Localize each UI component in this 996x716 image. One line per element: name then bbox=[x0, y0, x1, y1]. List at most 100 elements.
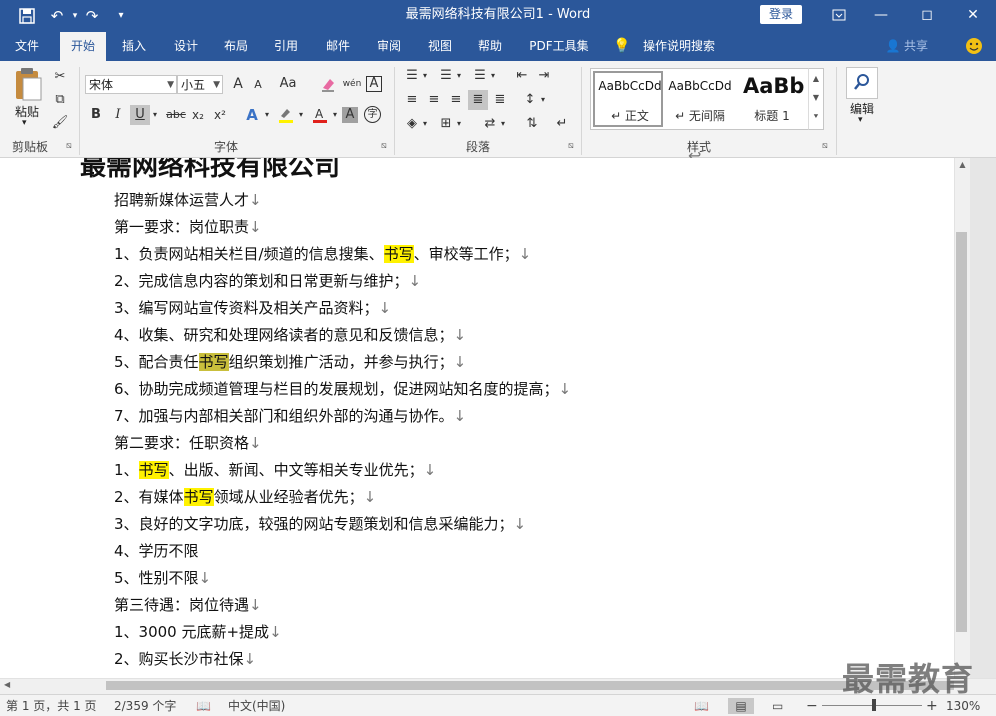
document-canvas[interactable]: 最需网络科技有限公司 招聘新媒体运营人才↓ 第一要求：岗位职责↓ 1、负责网站相关栏… bbox=[0, 158, 954, 678]
maximize-button[interactable]: ◻ bbox=[904, 0, 950, 30]
print-layout-icon[interactable]: ▤ bbox=[728, 698, 754, 714]
change-case-icon[interactable]: Aa bbox=[276, 74, 300, 94]
document-line[interactable]: 第三待遇：岗位待遇↓ bbox=[114, 594, 262, 615]
styles-launcher-icon[interactable]: ⧅ bbox=[822, 141, 832, 151]
share-person-icon[interactable]: 👤 bbox=[884, 32, 902, 61]
find-icon[interactable] bbox=[846, 67, 878, 99]
tab-review[interactable]: 审阅 bbox=[367, 32, 411, 61]
document-line[interactable]: 7、加强与内部相关部门和组织外部的沟通与协作。↓ bbox=[114, 405, 466, 426]
style-normal[interactable]: AaBbCcDd ↵ 正文 bbox=[593, 71, 663, 127]
document-line[interactable]: 4、收集、研究和处理网络读者的意见和反馈信息；↓ bbox=[114, 324, 466, 345]
multilevel-list-icon[interactable]: ☰ bbox=[470, 66, 490, 86]
tell-me-search[interactable]: 操作说明搜索 bbox=[638, 32, 720, 61]
copy-icon[interactable]: ⧉ bbox=[50, 90, 70, 110]
shrink-font-icon[interactable]: A bbox=[248, 75, 268, 95]
style-no-spacing[interactable]: AaBbCcDd ↵ 无间隔 bbox=[665, 71, 735, 126]
login-button[interactable]: 登录 bbox=[760, 5, 802, 24]
document-line[interactable]: 2、有媒体书写领域从业经验者优先；↓ bbox=[114, 486, 376, 507]
document-line[interactable]: 3、良好的文字功底，较强的网站专题策划和信息采编能力；↓ bbox=[114, 513, 526, 534]
borders-icon[interactable]: ⊞ bbox=[436, 114, 456, 134]
chinese-layout-icon[interactable]: ⇄ bbox=[480, 114, 500, 134]
phonetic-guide-icon[interactable]: wén bbox=[342, 74, 362, 94]
document-line[interactable]: 5、性别不限↓ bbox=[114, 567, 211, 588]
numbering-dropdown-icon[interactable]: ▾ bbox=[454, 66, 464, 86]
styles-scroll[interactable]: ▲ ▼ ⯆ bbox=[808, 68, 824, 130]
align-center-icon[interactable]: ≡ bbox=[424, 90, 444, 110]
word-count[interactable]: 2/359 个字 bbox=[114, 698, 176, 714]
document-line[interactable]: 2、完成信息内容的策划和日常更新与维护；↓ bbox=[114, 270, 421, 291]
style-heading-1[interactable]: AaBb 标题 1 bbox=[737, 71, 807, 126]
document-line[interactable]: 1、负责网站相关栏目/频道的信息搜集、书写、审校等工作；↓ bbox=[114, 243, 531, 264]
subscript-button[interactable]: x₂ bbox=[188, 105, 208, 125]
close-button[interactable]: ✕ bbox=[950, 0, 996, 30]
tab-home[interactable]: 开始 bbox=[60, 32, 106, 61]
proofing-icon[interactable]: 📖 bbox=[196, 698, 211, 714]
increase-indent-icon[interactable]: ⇥ bbox=[534, 66, 554, 86]
bold-button[interactable]: B bbox=[86, 105, 106, 125]
document-line[interactable]: 1、3000 元底薪+提成↓ bbox=[114, 621, 282, 642]
smiley-feedback-icon[interactable] bbox=[962, 32, 986, 61]
superscript-button[interactable]: x² bbox=[210, 105, 230, 125]
chinese-layout-dropdown-icon[interactable]: ▾ bbox=[498, 114, 508, 134]
web-layout-icon[interactable]: ▭ bbox=[772, 698, 783, 714]
paragraph-launcher-icon[interactable]: ⧅ bbox=[568, 141, 578, 151]
customize-qat-icon[interactable]: ▾ bbox=[110, 5, 132, 27]
document-line[interactable]: 2、购买长沙市社保↓ bbox=[114, 648, 256, 669]
read-mode-icon[interactable]: 📖 bbox=[694, 698, 709, 714]
numbering-icon[interactable]: ☰ bbox=[436, 66, 456, 86]
ribbon-display-options-icon[interactable] bbox=[816, 0, 862, 30]
font-name-combo[interactable]: 宋体 ▼ bbox=[85, 75, 177, 94]
document-line[interactable]: 第一要求：岗位职责↓ bbox=[114, 216, 262, 237]
enclose-characters-icon[interactable]: 字 bbox=[364, 106, 381, 123]
font-color-icon[interactable]: A bbox=[310, 105, 330, 125]
document-line[interactable]: 招聘新媒体运营人才↓ bbox=[114, 189, 262, 210]
document-line[interactable]: 5、配合责任书写组织策划推广活动，并参与执行；↓ bbox=[114, 351, 466, 372]
clear-formatting-icon[interactable] bbox=[318, 74, 338, 94]
editing-dropdown-icon[interactable]: ▾ bbox=[858, 115, 863, 125]
multilevel-dropdown-icon[interactable]: ▾ bbox=[488, 66, 498, 86]
font-size-combo[interactable]: 小五 ▼ bbox=[177, 75, 223, 94]
tab-insert[interactable]: 插入 bbox=[112, 32, 156, 61]
highlight-color-icon[interactable] bbox=[276, 105, 296, 125]
bullets-icon[interactable]: ☰ bbox=[402, 66, 422, 86]
underline-button[interactable]: U bbox=[130, 105, 150, 125]
zoom-slider-handle[interactable] bbox=[872, 699, 876, 711]
justify-icon[interactable]: ≣ bbox=[468, 90, 488, 110]
paste-button[interactable]: 粘贴 bbox=[12, 103, 42, 120]
align-right-icon[interactable]: ≡ bbox=[446, 90, 466, 110]
bullets-dropdown-icon[interactable]: ▾ bbox=[420, 66, 430, 86]
underline-dropdown-icon[interactable]: ▾ bbox=[150, 105, 160, 125]
document-line[interactable]: 1、书写、出版、新闻、中文等相关专业优先；↓ bbox=[114, 459, 436, 480]
grow-font-icon[interactable]: A bbox=[228, 74, 248, 94]
zoom-out-button[interactable]: − bbox=[806, 698, 818, 714]
shading-icon[interactable]: ◈ bbox=[402, 114, 422, 134]
tab-pdf-tools[interactable]: PDF工具集 bbox=[524, 32, 594, 61]
shading-dropdown-icon[interactable]: ▾ bbox=[420, 114, 430, 134]
chevron-up-icon[interactable]: ▲ bbox=[809, 69, 823, 88]
minimize-button[interactable]: — bbox=[858, 0, 904, 30]
tab-references[interactable]: 引用 bbox=[264, 32, 308, 61]
tab-view[interactable]: 视图 bbox=[418, 32, 462, 61]
sort-icon[interactable]: ⇅ bbox=[522, 114, 542, 134]
format-painter-icon[interactable]: 🖌 bbox=[50, 113, 70, 133]
chevron-left-icon[interactable]: ◀ bbox=[4, 680, 10, 689]
tab-design[interactable]: 设计 bbox=[164, 32, 208, 61]
zoom-in-button[interactable]: + bbox=[926, 698, 938, 714]
line-spacing-icon[interactable]: ↕ bbox=[520, 90, 540, 110]
text-effects-icon[interactable]: A bbox=[242, 105, 262, 125]
line-spacing-dropdown-icon[interactable]: ▾ bbox=[538, 90, 548, 110]
tab-file[interactable]: 文件 bbox=[4, 32, 50, 61]
decrease-indent-icon[interactable]: ⇤ bbox=[512, 66, 532, 86]
borders-dropdown-icon[interactable]: ▾ bbox=[454, 114, 464, 134]
show-marks-icon[interactable]: ↵ bbox=[552, 114, 572, 134]
tab-mailings[interactable]: 邮件 bbox=[316, 32, 360, 61]
text-effects-dropdown-icon[interactable]: ▾ bbox=[262, 105, 272, 125]
distributed-icon[interactable]: ≣ bbox=[490, 90, 510, 110]
share-button[interactable]: 共享 bbox=[902, 32, 930, 61]
font-color-dropdown-icon[interactable]: ▾ bbox=[330, 105, 340, 125]
lightbulb-icon[interactable]: 💡 bbox=[612, 32, 632, 61]
save-icon[interactable] bbox=[16, 5, 38, 27]
chevron-down-icon[interactable]: ▼ bbox=[809, 88, 823, 107]
tab-layout[interactable]: 布局 bbox=[214, 32, 258, 61]
clipboard-launcher-icon[interactable]: ⧅ bbox=[66, 141, 76, 151]
